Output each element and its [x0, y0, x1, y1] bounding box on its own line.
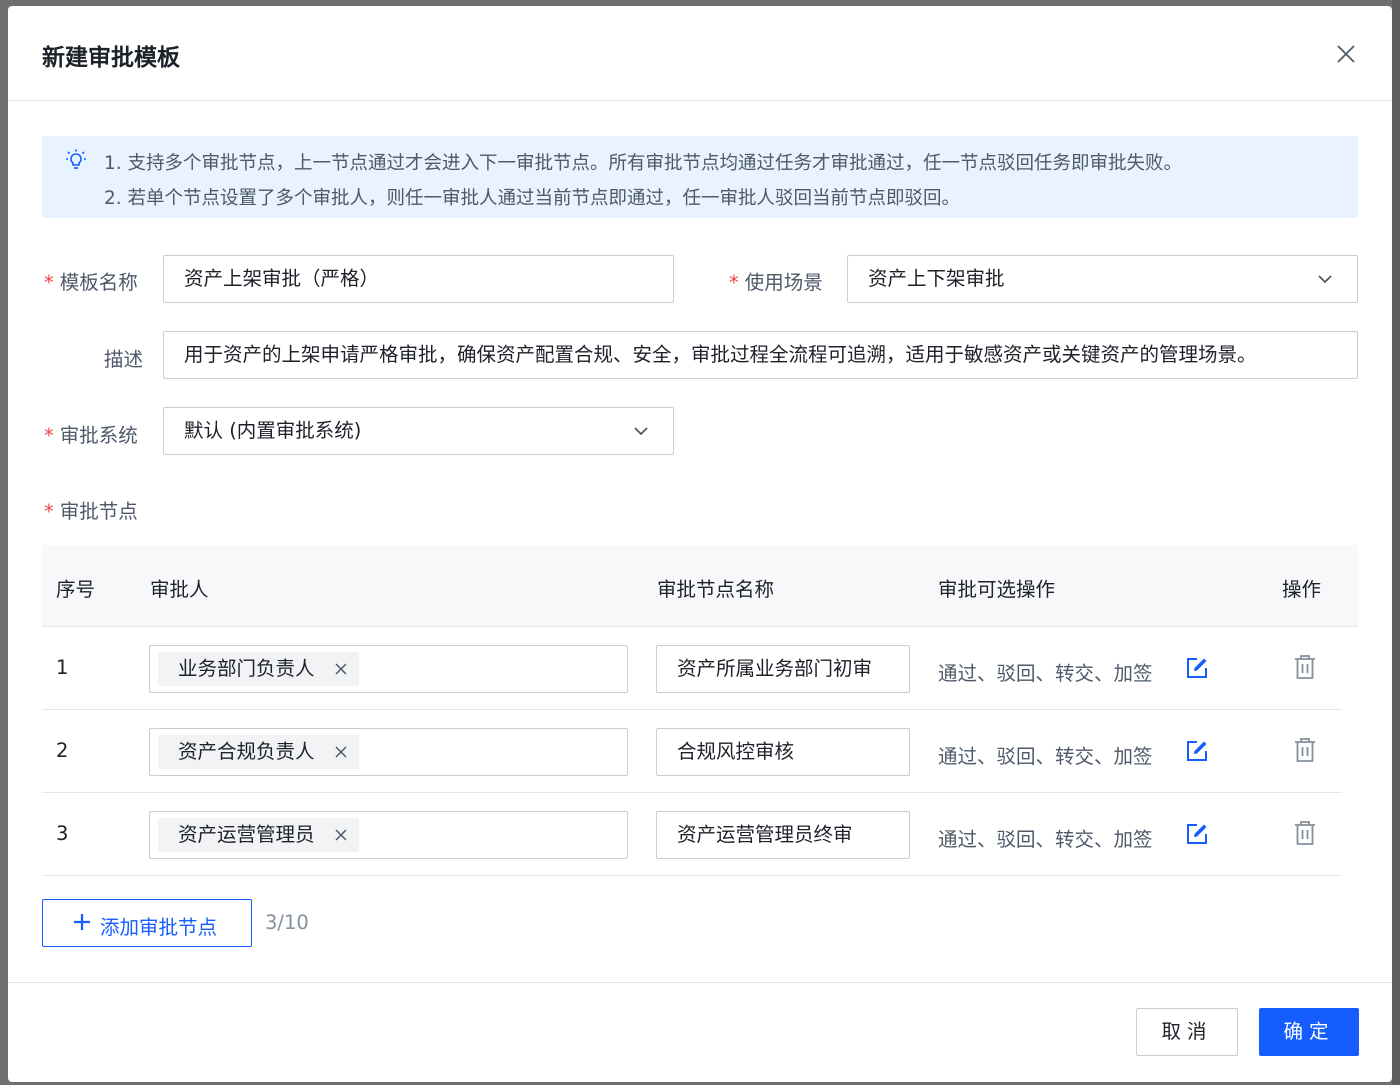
col-header-approver: 审批人	[150, 578, 209, 601]
cancel-button[interactable]: 取消	[1136, 1008, 1238, 1056]
col-header-index: 序号	[56, 578, 96, 601]
close-button[interactable]	[1334, 42, 1358, 66]
close-icon[interactable]	[333, 661, 349, 677]
ops-text: 通过、驳回、转交、加签	[938, 662, 1153, 685]
new-approval-template-modal: 新建审批模板 1. 支持多个审批节点，上一节点通过才会进入下一审批节点。所有审批…	[8, 6, 1392, 1082]
col-header-node-name: 审批节点名称	[657, 578, 775, 601]
node-name-input[interactable]: 资产所属业务部门初审	[656, 645, 910, 693]
trash-icon[interactable]	[1293, 737, 1317, 763]
approver-tag: 资产运营管理员	[158, 818, 359, 852]
approval-system-value: 默认 (内置审批系统)	[184, 419, 362, 442]
approver-select[interactable]: 业务部门负责人	[149, 645, 628, 693]
row-index: 3	[56, 822, 69, 845]
footer-divider	[8, 982, 1392, 983]
node-name-input[interactable]: 合规风控审核	[656, 728, 910, 776]
description-input[interactable]: 用于资产的上架申请严格审批，确保资产配置合规、安全，审批过程全流程可追溯，适用于…	[163, 331, 1358, 379]
scene-label: * 使用场景	[729, 271, 823, 294]
chevron-down-icon	[634, 427, 648, 436]
approver-tag-label: 资产运营管理员	[178, 823, 315, 846]
add-approval-node-button[interactable]: 添加审批节点	[42, 899, 252, 947]
trash-icon[interactable]	[1293, 820, 1317, 846]
row-index: 2	[56, 739, 69, 762]
template-name-input[interactable]: 资产上架审批（严格）	[163, 255, 674, 303]
modal-header: 新建审批模板	[8, 6, 1392, 101]
approval-system-label: * 审批系统	[44, 424, 138, 447]
approver-select[interactable]: 资产运营管理员	[149, 811, 628, 859]
template-name-label: * 模板名称	[44, 271, 138, 294]
background-page-edge	[1392, 0, 1400, 1085]
approver-tag-label: 资产合规负责人	[178, 740, 315, 763]
node-name-input[interactable]: 资产运营管理员终审	[656, 811, 910, 859]
table-row: 2 资产合规负责人 合规风控审核 通过、驳回、转交、加签	[42, 710, 1342, 793]
edit-icon[interactable]	[1186, 657, 1208, 679]
close-icon[interactable]	[333, 744, 349, 760]
table-row: 1 业务部门负责人 资产所属业务部门初审 通过、驳回、转交、加签	[42, 627, 1342, 710]
edit-icon[interactable]	[1186, 740, 1208, 762]
approver-select[interactable]: 资产合规负责人	[149, 728, 628, 776]
node-count: 3/10	[265, 911, 309, 934]
col-header-action: 操作	[1282, 578, 1322, 601]
approver-tag: 资产合规负责人	[158, 735, 359, 769]
close-icon[interactable]	[333, 827, 349, 843]
chevron-down-icon	[1318, 275, 1332, 284]
tip-line-1: 1. 支持多个审批节点，上一节点通过才会进入下一审批节点。所有审批节点均通过任务…	[104, 153, 1183, 174]
approver-tag-label: 业务部门负责人	[178, 657, 315, 680]
scene-select[interactable]: 资产上下架审批	[847, 255, 1358, 303]
tip-line-2: 2. 若单个节点设置了多个审批人，则任一审批人通过当前节点即通过，任一审批人驳回…	[104, 188, 961, 209]
approval-system-select[interactable]: 默认 (内置审批系统)	[163, 407, 674, 455]
approver-tag: 业务部门负责人	[158, 652, 359, 686]
edit-icon[interactable]	[1186, 823, 1208, 845]
add-approval-node-label: 添加审批节点	[100, 916, 218, 939]
table-header: 序号 审批人 审批节点名称 审批可选操作 操作	[42, 545, 1358, 627]
row-index: 1	[56, 656, 69, 679]
info-tip: 1. 支持多个审批节点，上一节点通过才会进入下一审批节点。所有审批节点均通过任务…	[42, 136, 1358, 218]
lightbulb-icon	[66, 149, 86, 169]
approval-nodes-label: * 审批节点	[44, 500, 138, 523]
plus-icon	[74, 914, 90, 930]
modal-title: 新建审批模板	[42, 45, 180, 71]
description-label: 描述	[104, 348, 144, 371]
col-header-ops: 审批可选操作	[938, 578, 1056, 601]
ops-text: 通过、驳回、转交、加签	[938, 828, 1153, 851]
trash-icon[interactable]	[1293, 654, 1317, 680]
close-icon	[1337, 45, 1355, 63]
ops-text: 通过、驳回、转交、加签	[938, 745, 1153, 768]
approval-nodes-table: 序号 审批人 审批节点名称 审批可选操作 操作 1 业务部门负责人 资产所属业务…	[42, 545, 1358, 876]
table-row: 3 资产运营管理员 资产运营管理员终审 通过、驳回、转交、加签	[42, 793, 1342, 876]
scene-select-value: 资产上下架审批	[868, 267, 1005, 290]
confirm-button[interactable]: 确定	[1259, 1008, 1359, 1056]
